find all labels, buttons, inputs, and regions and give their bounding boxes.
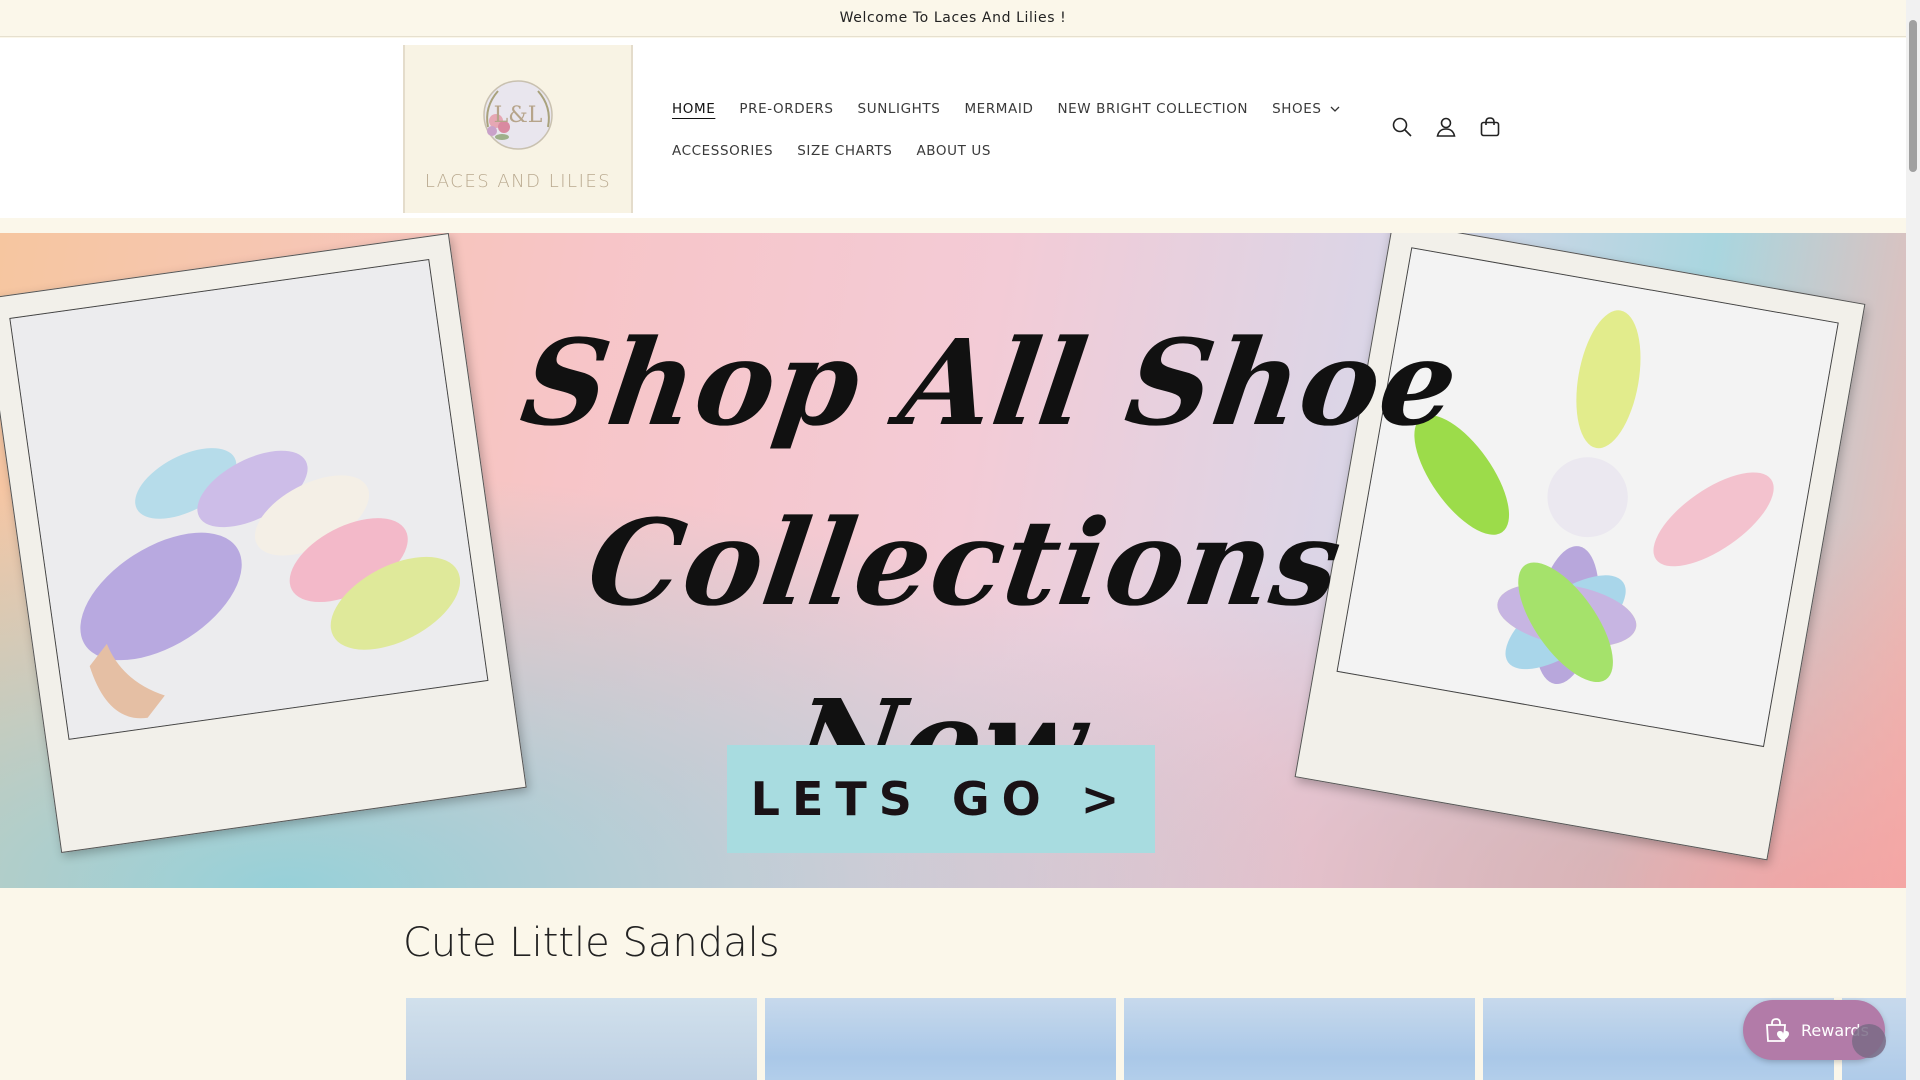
product-card[interactable]	[406, 998, 757, 1080]
chat-widget-icon[interactable]	[1852, 1024, 1886, 1058]
pastel-shoes-image	[10, 260, 488, 739]
nav-item-pre-orders[interactable]: PRE-ORDERS	[739, 95, 833, 122]
main-nav: HOME PRE-ORDERS SUNLIGHTS MERMAID NEW BR…	[672, 95, 1340, 179]
lets-go-button[interactable]: LETS GO >	[727, 745, 1155, 853]
section-title: Cute Little Sandals	[403, 920, 780, 966]
hero-title-line-1: Shop All Shoe	[513, 313, 1467, 452]
shoes-photo-left	[9, 258, 489, 740]
announcement-bar: Welcome To Laces And Lilies !	[0, 0, 1906, 37]
shopping-bag-heart-icon	[1766, 1018, 1789, 1042]
product-grid	[406, 998, 1912, 1080]
nav-row-primary: HOME PRE-ORDERS SUNLIGHTS MERMAID NEW BR…	[672, 95, 1340, 122]
nav-item-mermaid[interactable]: MERMAID	[964, 95, 1033, 122]
product-card[interactable]	[765, 998, 1116, 1080]
cart-button[interactable]	[1478, 115, 1502, 139]
announcement-text: Welcome To Laces And Lilies !	[839, 10, 1067, 26]
logo-wreath-icon: L&L	[483, 79, 553, 150]
account-button[interactable]	[1434, 115, 1458, 139]
logo-text: LACES AND LILIES	[424, 170, 612, 192]
svg-text:L&L: L&L	[494, 103, 543, 128]
nav-item-shoes-label: SHOES	[1272, 100, 1322, 117]
store-logo[interactable]: L&L LACES AND LILIES	[403, 45, 633, 213]
header-divider	[0, 218, 1906, 233]
nav-item-size-charts[interactable]: SIZE CHARTS	[797, 137, 892, 164]
search-button[interactable]	[1390, 115, 1414, 139]
product-card[interactable]	[1124, 998, 1475, 1080]
page-scrollbar[interactable]	[1906, 0, 1920, 1080]
chevron-down-icon	[1330, 106, 1340, 112]
account-icon	[1436, 117, 1456, 137]
nav-item-home[interactable]: HOME	[672, 95, 715, 122]
nav-row-secondary: ACCESSORIES SIZE CHARTS ABOUT US	[672, 137, 1332, 164]
hero-banner[interactable]: Shop All Shoe Collections Now LETS GO >	[0, 233, 1906, 888]
nav-item-new-bright-collection[interactable]: NEW BRIGHT COLLECTION	[1057, 95, 1248, 122]
nav-item-accessories[interactable]: ACCESSORIES	[672, 137, 773, 164]
nav-item-sunlights[interactable]: SUNLIGHTS	[858, 95, 941, 122]
nav-item-about-us[interactable]: ABOUT US	[916, 137, 991, 164]
header-icons	[1390, 115, 1502, 139]
scrollbar-thumb[interactable]	[1909, 20, 1917, 172]
nav-item-shoes[interactable]: SHOES	[1272, 95, 1340, 122]
search-icon	[1392, 117, 1412, 137]
cart-icon	[1480, 117, 1500, 137]
